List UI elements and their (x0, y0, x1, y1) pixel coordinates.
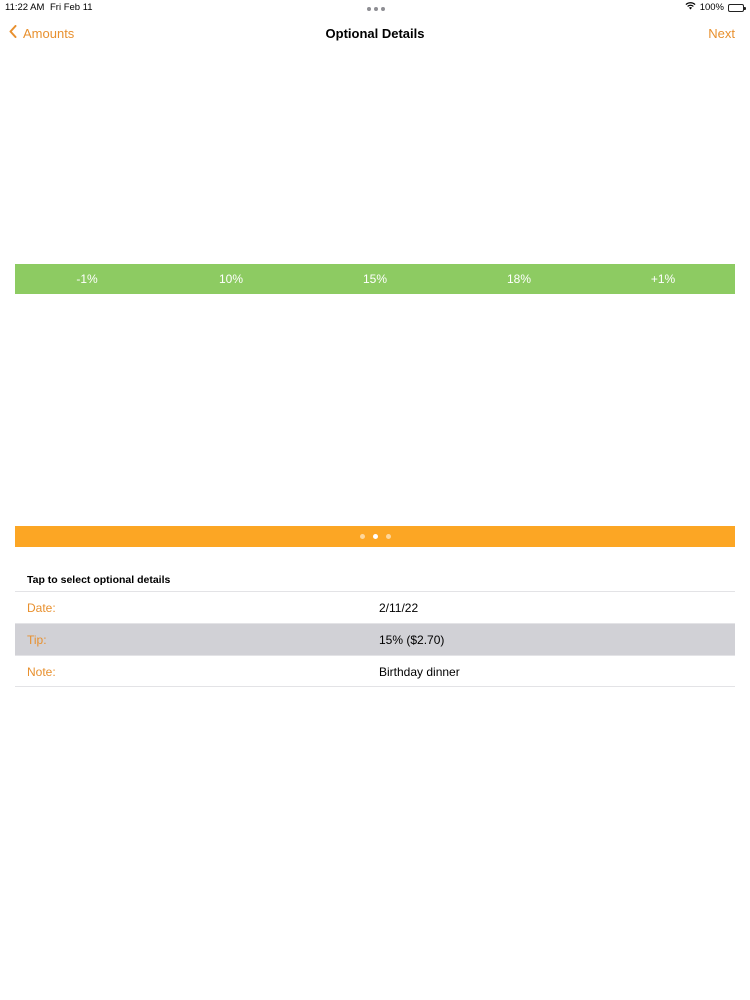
detail-value: 2/11/22 (379, 601, 419, 615)
detail-label: Tip: (27, 633, 47, 647)
detail-label: Date: (27, 601, 56, 615)
next-button[interactable]: Next (708, 26, 735, 41)
navigation-bar: Amounts Optional Details Next (0, 16, 750, 52)
details-header: Tap to select optional details (27, 574, 171, 586)
page-control (15, 526, 735, 547)
multitasking-dots-icon[interactable] (367, 7, 385, 11)
detail-value: 15% ($2.70) (379, 633, 445, 647)
page-title: Optional Details (325, 26, 425, 41)
tip-picker[interactable]: -1% 10% 15% 18% +1% (15, 264, 735, 294)
wifi-icon (685, 2, 696, 13)
battery-percent: 100% (699, 2, 724, 13)
tip-option-decrease[interactable]: -1% (15, 272, 159, 286)
detail-row-date[interactable]: Date: 2/11/22 (15, 591, 735, 623)
status-indicators: 100% (685, 2, 746, 13)
status-time: 11:22 AM (5, 2, 45, 13)
screen: 11:22 AM Fri Feb 11 100% Amounts Optiona… (0, 0, 750, 1000)
tip-option-18[interactable]: 18% (447, 272, 591, 286)
tip-option-increase[interactable]: +1% (591, 272, 735, 286)
page-dot-2[interactable] (372, 534, 378, 539)
battery-icon (728, 3, 746, 12)
tip-option-10[interactable]: 10% (159, 272, 303, 286)
page-dot-3[interactable] (385, 534, 391, 539)
details-list: Date: 2/11/22 Tip: 15% ($2.70) Note: Bir… (15, 591, 735, 687)
detail-row-tip[interactable]: Tip: 15% ($2.70) (15, 623, 735, 655)
status-date: Fri Feb 11 (50, 2, 93, 13)
detail-label: Note: (27, 665, 56, 679)
detail-row-note[interactable]: Note: Birthday dinner (15, 655, 735, 687)
page-dot-1[interactable] (359, 534, 365, 539)
status-bar: 11:22 AM Fri Feb 11 100% (0, 0, 750, 16)
tip-option-15[interactable]: 15% (303, 272, 447, 286)
detail-value: Birthday dinner (379, 665, 460, 679)
